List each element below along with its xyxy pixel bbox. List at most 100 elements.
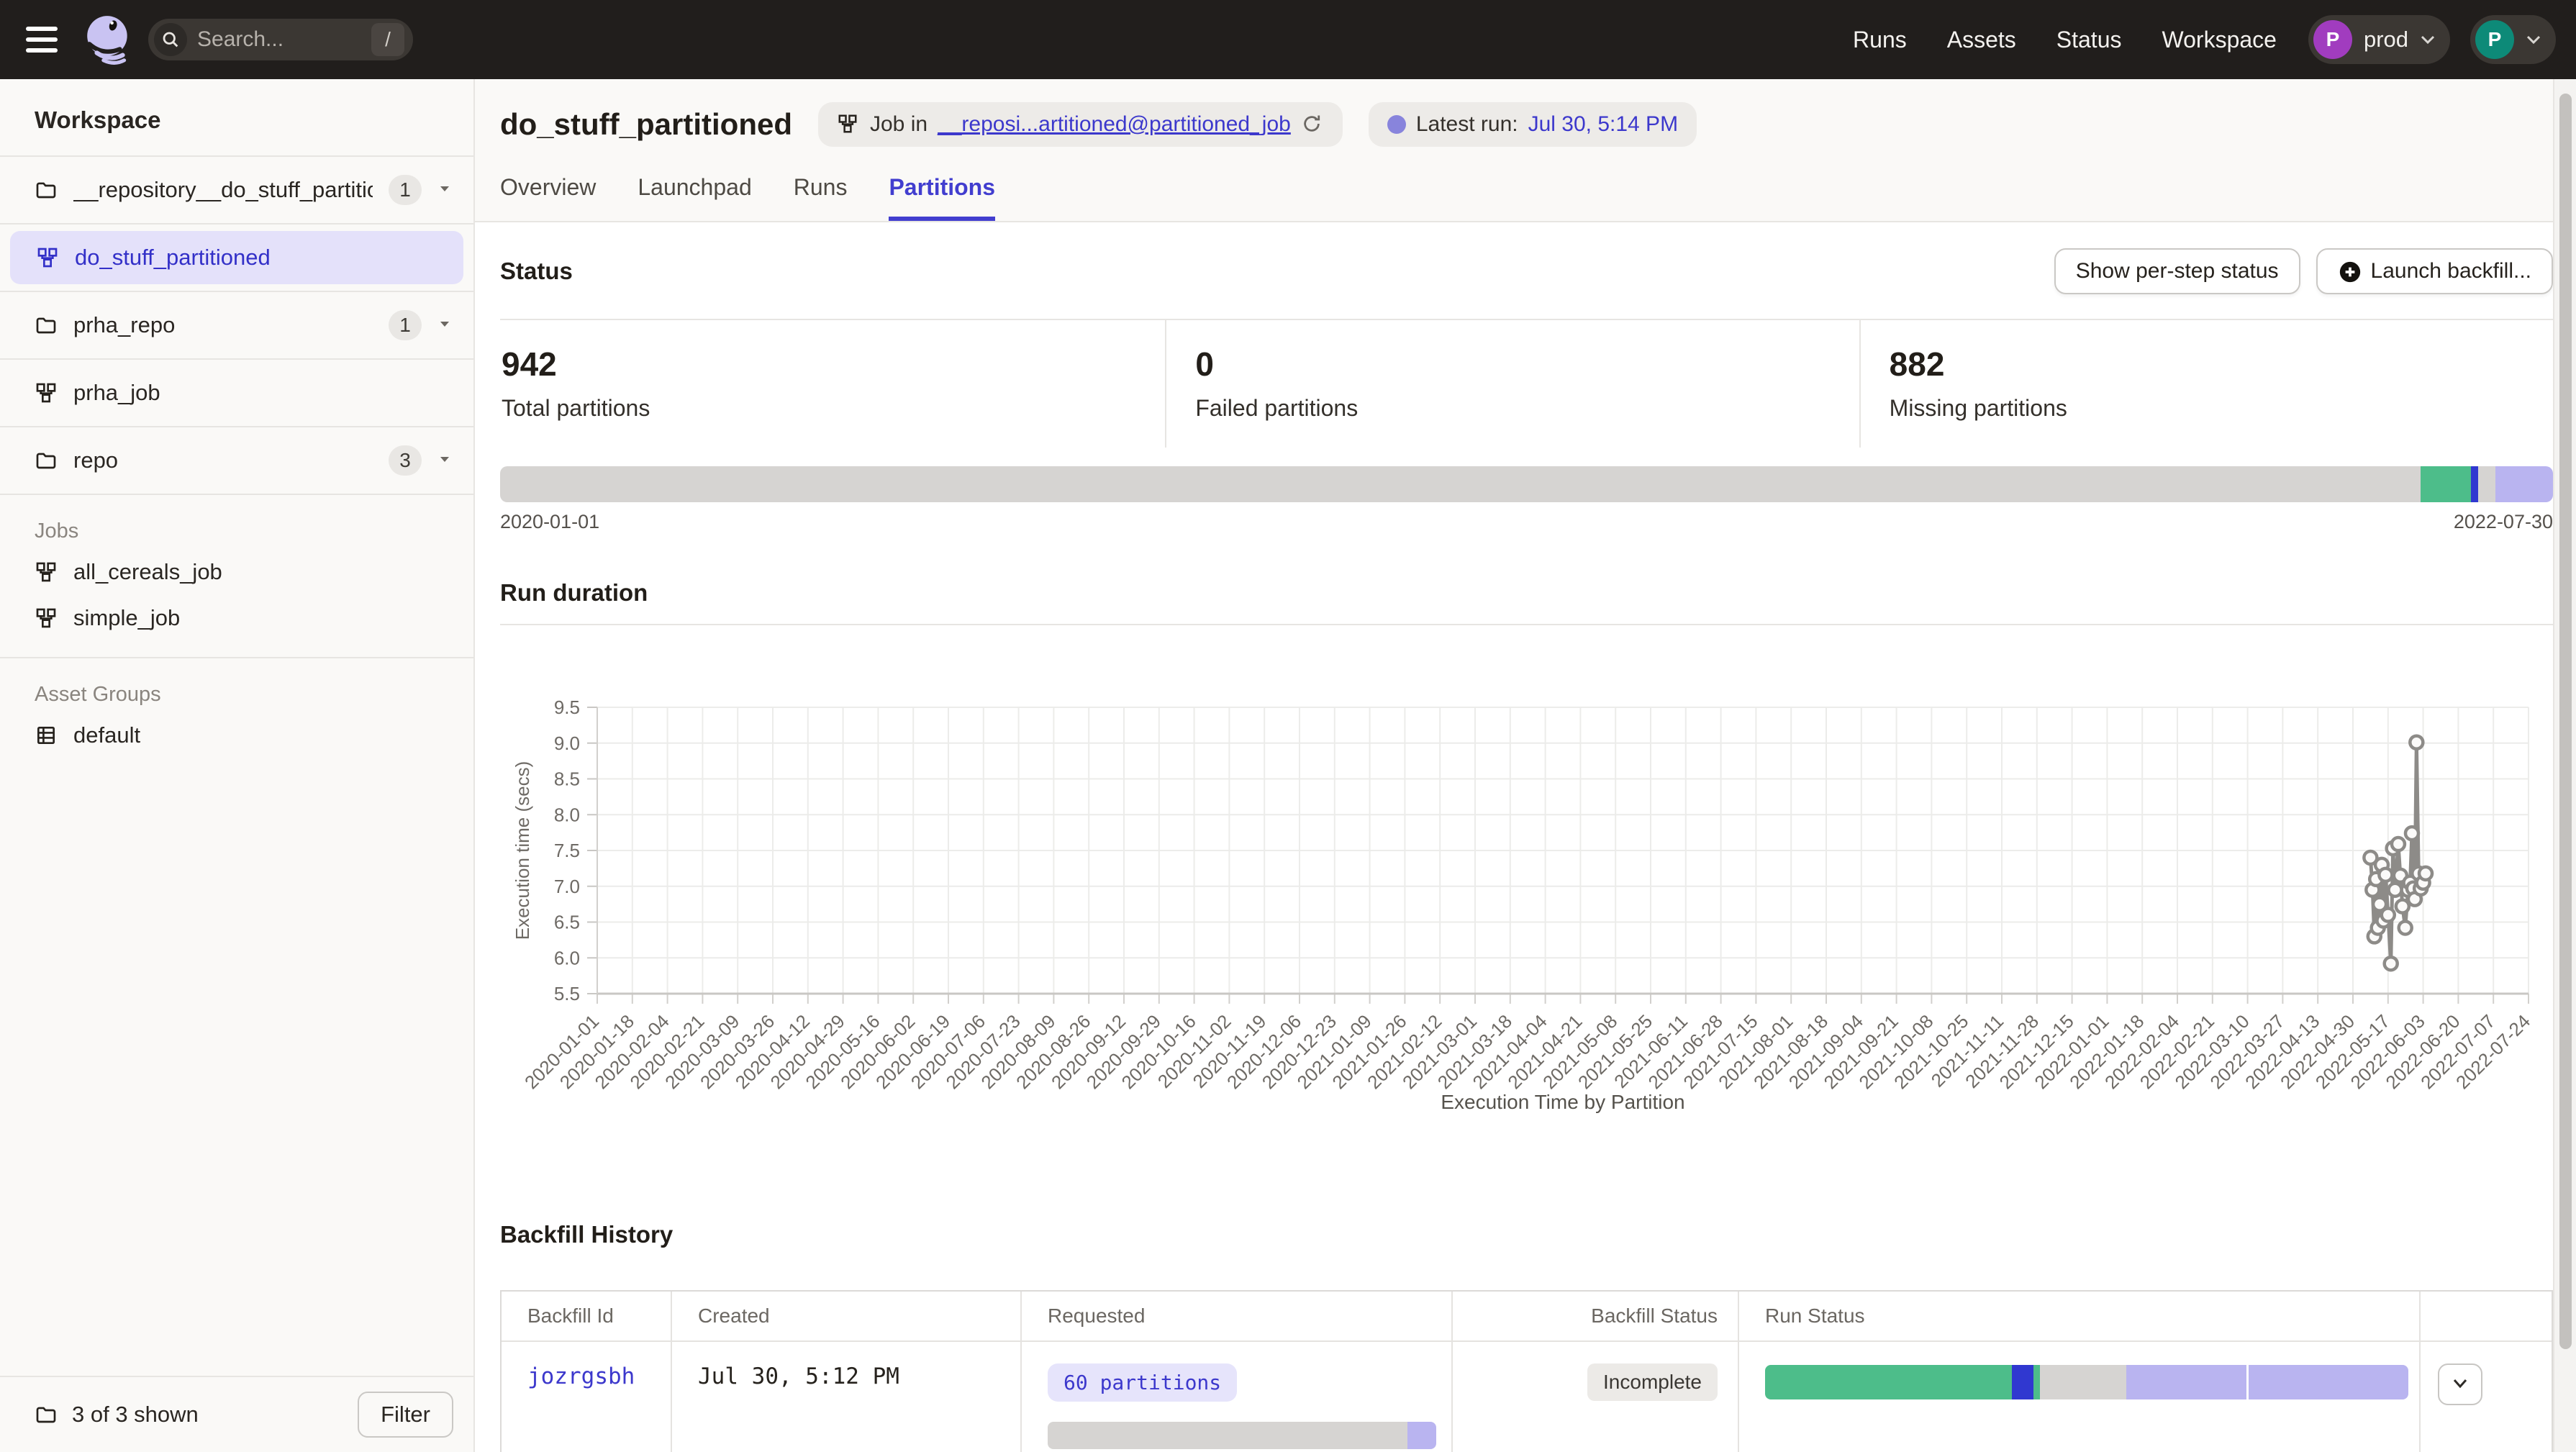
top-navigation: Search... / Runs Assets Status Workspace P … xyxy=(0,0,2576,79)
latest-run-link[interactable]: Jul 30, 5:14 PM xyxy=(1528,112,1678,137)
job-origin-link[interactable]: __reposi...artitioned@partitioned_job xyxy=(938,112,1291,137)
sidebar-item-all-cereals-job[interactable]: all_cereals_job xyxy=(0,549,473,595)
nav-link-runs[interactable]: Runs xyxy=(1853,27,1907,53)
latest-run-pill: Latest run: Jul 30, 5:14 PM xyxy=(1369,102,1697,147)
search-icon xyxy=(154,23,187,56)
sidebar-item-selected[interactable]: do_stuff_partitioned xyxy=(10,231,463,284)
svg-text:7.0: 7.0 xyxy=(554,876,580,897)
workspace-sidebar: Workspace __repository__do_stuff_partiti… xyxy=(0,79,475,1452)
run-status-bar[interactable] xyxy=(1765,1365,2408,1399)
expand-row-button[interactable] xyxy=(2438,1363,2482,1405)
sidebar-item-prha-repo[interactable]: prha_repo 1 xyxy=(0,292,473,360)
tab-overview[interactable]: Overview xyxy=(500,174,596,221)
job-icon xyxy=(35,607,58,630)
launch-backfill-button[interactable]: Launch backfill... xyxy=(2316,248,2553,294)
data-point-marker[interactable] xyxy=(2419,867,2432,880)
data-point-marker[interactable] xyxy=(2385,957,2398,970)
sidebar-item-repo[interactable]: repo3 xyxy=(0,427,473,495)
partitions-content: Status Show per-step status Launch backf… xyxy=(475,222,2576,1452)
stat-value: 942 xyxy=(502,345,1165,384)
cell-requested: 60 partitions2020-01-012022-07-30 xyxy=(1020,1342,1451,1452)
data-point-marker[interactable] xyxy=(2405,827,2418,840)
filter-button[interactable]: Filter xyxy=(358,1392,453,1438)
launch-backfill-label: Launch backfill... xyxy=(2371,259,2531,283)
item-count-badge: 1 xyxy=(389,175,422,205)
svg-text:9.5: 9.5 xyxy=(554,696,580,718)
nav-links: Runs Assets Status Workspace xyxy=(1853,27,2277,53)
stat-failed-partitions: 0Failed partitions xyxy=(1165,320,1859,448)
chevron-down-icon xyxy=(2526,35,2541,45)
sidebar-sections: Jobsall_cereals_jobsimple_jobAsset Group… xyxy=(0,495,473,758)
caret-down-icon[interactable] xyxy=(437,183,452,197)
job-icon xyxy=(36,246,59,269)
vertical-scrollbar[interactable] xyxy=(2553,79,2576,1452)
sidebar-item-label: all_cereals_job xyxy=(73,559,222,585)
nav-link-workspace[interactable]: Workspace xyxy=(2162,27,2276,53)
sidebar-item-default[interactable]: default xyxy=(0,712,473,758)
status-heading: Status xyxy=(500,258,573,285)
folder-icon xyxy=(35,1403,58,1426)
user-avatar: P xyxy=(2475,20,2514,59)
column-header-backfill-id: Backfill Id xyxy=(502,1292,671,1340)
svg-text:Execution Time by Partition: Execution Time by Partition xyxy=(1441,1091,1684,1113)
reload-icon[interactable] xyxy=(1301,113,1324,136)
section-label-asset-groups: Asset Groups xyxy=(0,658,473,712)
scrollbar-thumb[interactable] xyxy=(2559,94,2572,1349)
data-point-marker[interactable] xyxy=(2382,909,2395,922)
data-point-marker[interactable] xyxy=(2396,900,2409,913)
backfill-history-table: Backfill IdCreatedRequestedBackfill Stat… xyxy=(500,1290,2553,1452)
requested-progress-bar xyxy=(1048,1422,1436,1449)
bar-segment-green xyxy=(2033,1365,2040,1399)
job-icon xyxy=(35,561,58,584)
sidebar-item-label: default xyxy=(73,722,140,748)
backfill-id-link[interactable]: jozrgsbh xyxy=(527,1363,635,1389)
dagster-logo-icon[interactable] xyxy=(82,13,135,66)
sidebar-item-prha-job[interactable]: prha_job xyxy=(0,360,473,427)
tab-launchpad[interactable]: Launchpad xyxy=(638,174,751,221)
sidebar-item-label: prha_repo xyxy=(73,312,175,338)
user-menu[interactable]: P xyxy=(2470,15,2556,64)
folder-icon xyxy=(35,314,58,337)
deployment-name: prod xyxy=(2364,27,2408,53)
column-header-created: Created xyxy=(671,1292,1020,1340)
column-header-actions xyxy=(2419,1292,2530,1340)
nav-link-status[interactable]: Status xyxy=(2056,27,2122,53)
data-point-marker[interactable] xyxy=(2410,736,2423,749)
data-point-marker[interactable] xyxy=(2379,868,2392,881)
data-point-marker[interactable] xyxy=(2389,884,2402,897)
sidebar-item-do-stuff-partitioned[interactable]: do_stuff_partitioned xyxy=(0,224,473,292)
job-icon xyxy=(837,113,860,136)
bar-segment-green xyxy=(1765,1365,2012,1399)
created-timestamp: Jul 30, 5:12 PM xyxy=(698,1363,899,1389)
sidebar-item-simple-job[interactable]: simple_job xyxy=(0,595,473,641)
deployment-avatar: P xyxy=(2313,20,2352,59)
requested-partitions-pill[interactable]: 60 partitions xyxy=(1048,1363,1237,1402)
item-count-badge: 1 xyxy=(389,310,422,340)
bar-segment-lavender xyxy=(2495,466,2553,502)
stat-label: Missing partitions xyxy=(1890,395,2553,422)
page-header: do_stuff_partitioned Job in __reposi...a… xyxy=(475,79,2576,222)
svg-text:7.5: 7.5 xyxy=(554,840,580,861)
tab-runs[interactable]: Runs xyxy=(794,174,848,221)
sidebar-item-repository-do-stuff-partitio[interactable]: __repository__do_stuff_partitio...1 xyxy=(0,157,473,224)
bar-segment-lavender xyxy=(2246,1365,2408,1399)
svg-text:8.0: 8.0 xyxy=(554,804,580,825)
nav-link-assets[interactable]: Assets xyxy=(1947,27,2016,53)
caret-down-icon[interactable] xyxy=(437,319,452,332)
partition-range-start: 2020-01-01 xyxy=(500,511,599,533)
chevron-down-icon xyxy=(2420,35,2436,45)
data-point-marker[interactable] xyxy=(2399,921,2412,934)
tab-partitions[interactable]: Partitions xyxy=(889,174,995,221)
search-input[interactable]: Search... / xyxy=(148,19,413,60)
table-row: jozrgsbh Jul 30, 5:12 PM 60 partitions2020… xyxy=(502,1342,2552,1452)
page-title: do_stuff_partitioned xyxy=(500,107,792,142)
svg-text:8.5: 8.5 xyxy=(554,768,580,790)
svg-text:9.0: 9.0 xyxy=(554,732,580,754)
menu-icon[interactable] xyxy=(26,23,66,56)
svg-text:Execution time (secs): Execution time (secs) xyxy=(512,761,533,940)
show-per-step-status-button[interactable]: Show per-step status xyxy=(2054,248,2300,294)
deployment-switcher[interactable]: P prod xyxy=(2308,15,2450,64)
partition-status-bar[interactable] xyxy=(500,466,2553,502)
data-point-marker[interactable] xyxy=(2392,838,2405,850)
caret-down-icon[interactable] xyxy=(437,454,452,468)
